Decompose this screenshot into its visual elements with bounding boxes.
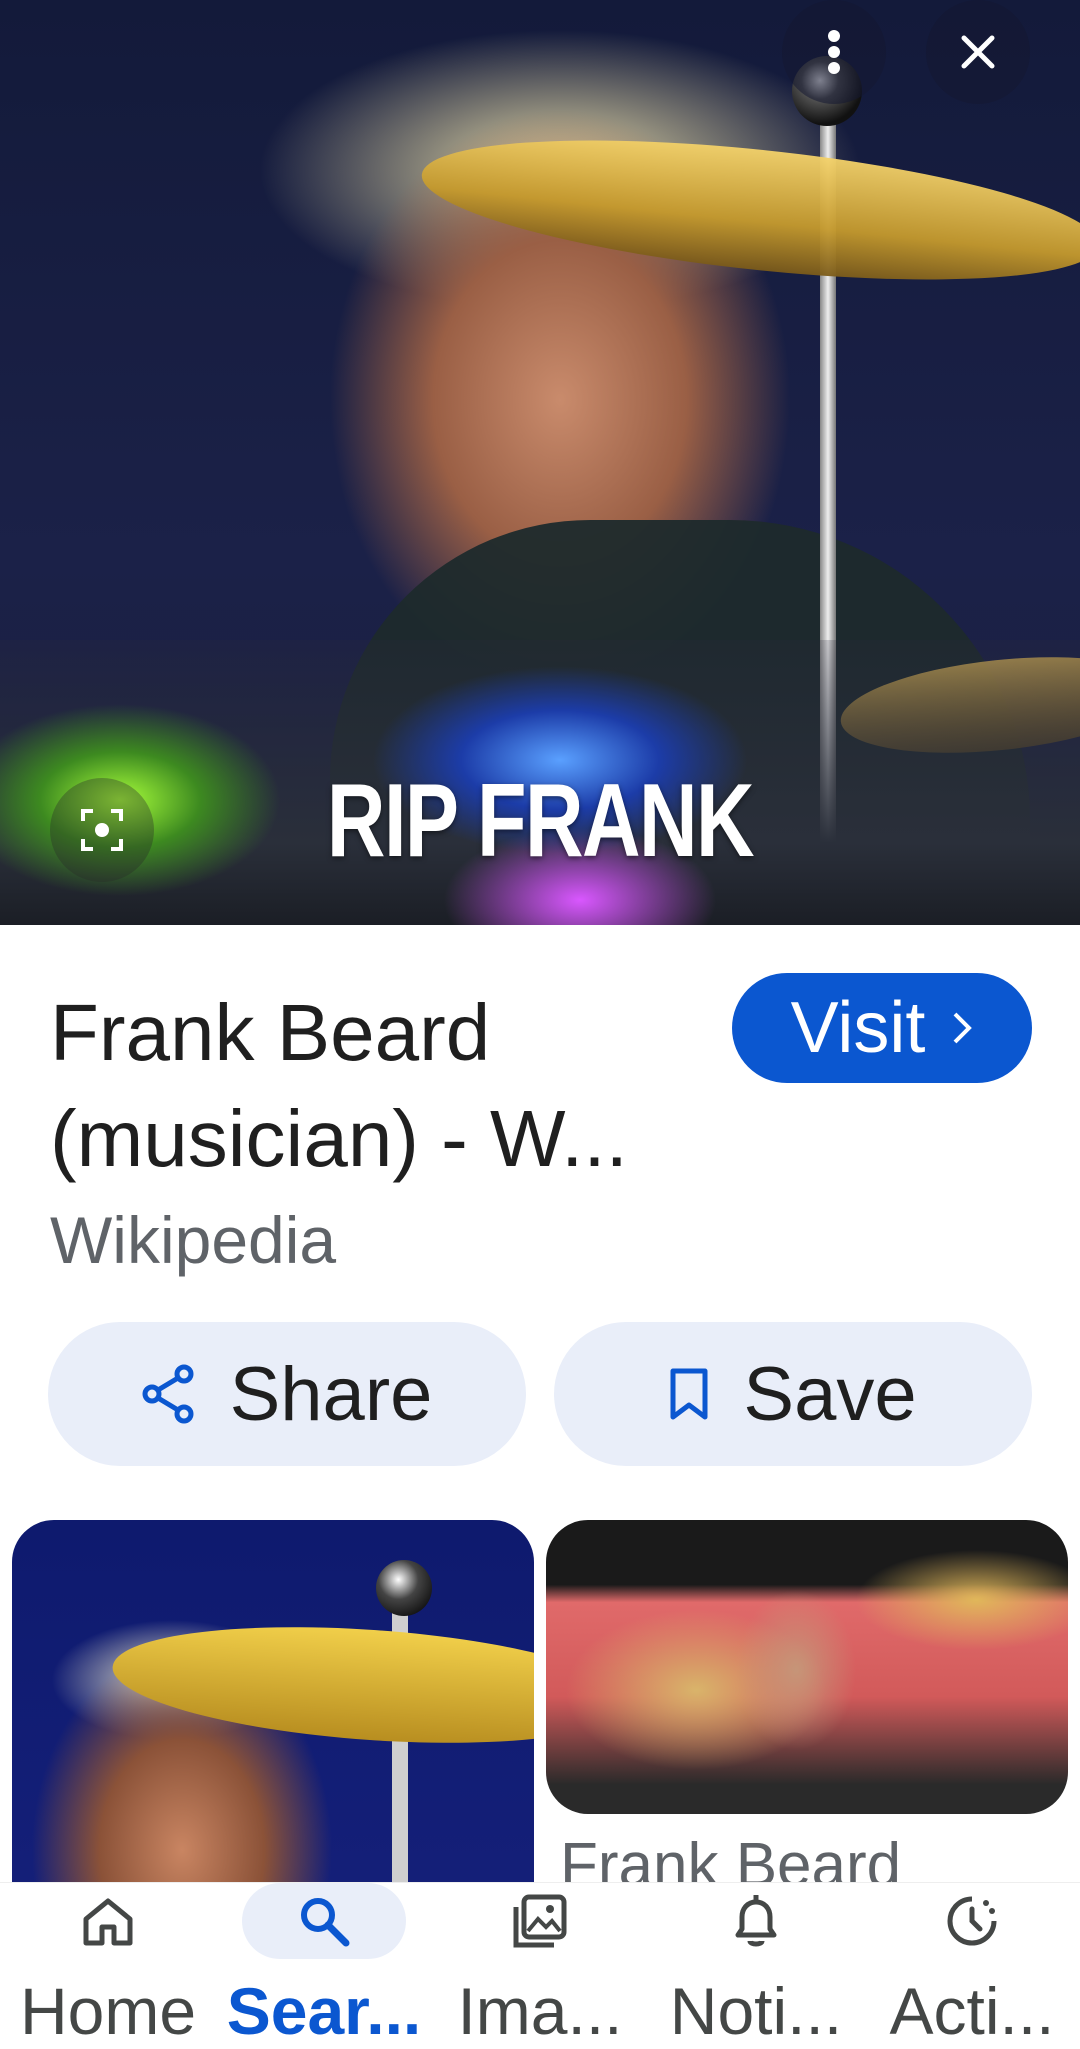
chevron-right-icon: [953, 1012, 973, 1044]
nav-home-label: Home: [19, 1974, 197, 2048]
share-icon: [142, 1364, 194, 1424]
nav-images-icon-wrap: [458, 1883, 622, 1959]
nav-activity-label: Acti...: [889, 1974, 1055, 2048]
home-icon: [83, 1898, 133, 1946]
nav-search-icon-wrap: [242, 1883, 406, 1959]
more-vert-icon: [828, 30, 840, 74]
lens-icon: [81, 809, 123, 851]
result-source: Wikipedia: [50, 1203, 337, 1277]
nav-notifications[interactable]: Noti...: [648, 1883, 864, 2049]
hero-image[interactable]: RIP FRANK: [0, 0, 1080, 925]
bottom-navigation: Home Sear... Ima... Noti... Acti...: [0, 1882, 1080, 2049]
hero-caption: RIP FRANK: [326, 763, 755, 879]
nav-home-icon-wrap: [26, 1883, 190, 1959]
nav-images[interactable]: Ima...: [432, 1883, 648, 2049]
nav-search-label: Sear...: [226, 1974, 422, 2048]
lens-search-button[interactable]: [50, 778, 154, 882]
save-button[interactable]: Save: [554, 1322, 1032, 1466]
related-1-ball: [376, 1560, 432, 1616]
share-label: Share: [229, 1351, 433, 1437]
visit-label: Visit: [790, 988, 926, 1068]
bell-icon: [735, 1895, 777, 1947]
hero-cymbal: [415, 114, 1080, 306]
nav-search[interactable]: Sear...: [216, 1883, 432, 2049]
result-title[interactable]: Frank Beard (musician) - W...: [50, 980, 690, 1192]
close-button[interactable]: [926, 0, 1030, 104]
nav-activity-icon-wrap: [890, 1883, 1054, 1959]
activity-icon: [947, 1896, 997, 1946]
related-image-2[interactable]: [546, 1520, 1068, 1814]
related-1-cymbal: [108, 1611, 534, 1759]
save-label: Save: [743, 1351, 917, 1437]
share-button[interactable]: Share: [48, 1322, 526, 1466]
more-options-button[interactable]: [782, 0, 886, 104]
nav-activity[interactable]: Acti...: [864, 1883, 1080, 2049]
nav-notifications-label: Noti...: [669, 1974, 843, 2048]
nav-notifications-icon-wrap: [674, 1883, 838, 1959]
nav-images-label: Ima...: [457, 1974, 623, 2048]
images-icon: [513, 1894, 567, 1948]
related-image-1[interactable]: [12, 1520, 534, 1940]
close-icon: [961, 35, 995, 69]
bookmark-icon: [670, 1368, 708, 1420]
nav-home[interactable]: Home: [0, 1883, 216, 2049]
visit-button[interactable]: Visit: [732, 973, 1032, 1083]
search-icon: [301, 1898, 350, 1947]
